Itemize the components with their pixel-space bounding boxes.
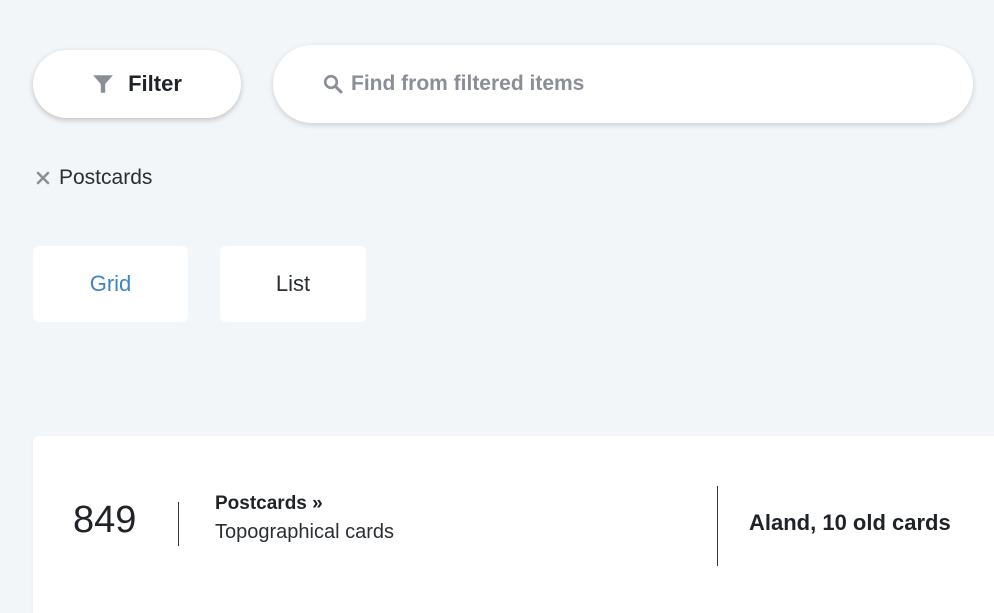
magnifier-icon — [323, 74, 343, 94]
item-title-link[interactable]: Aland, 10 old cards — [749, 510, 951, 536]
view-list-button[interactable]: List — [220, 246, 366, 322]
search-input[interactable] — [351, 72, 911, 96]
category-breadcrumb-link[interactable]: Postcards » — [215, 493, 394, 515]
item-count: 849 — [73, 499, 137, 541]
view-toggle: Grid List — [33, 246, 366, 322]
result-row[interactable]: 849 Postcards » Topographical cards Alan… — [33, 436, 994, 613]
filter-button-label: Filter — [128, 71, 182, 96]
search-box[interactable] — [273, 45, 973, 123]
view-grid-button[interactable]: Grid — [33, 246, 188, 322]
divider — [178, 502, 179, 546]
active-filter-chip: Postcards — [35, 166, 152, 190]
funnel-icon — [93, 75, 113, 93]
active-filter-label: Postcards — [59, 166, 153, 189]
filter-button[interactable]: Filter — [33, 50, 241, 118]
subcategory-label: Topographical cards — [215, 521, 394, 543]
toolbar: Filter — [33, 45, 994, 125]
category-block: Postcards » Topographical cards — [215, 493, 394, 544]
x-icon[interactable] — [35, 170, 51, 186]
divider — [717, 486, 718, 566]
